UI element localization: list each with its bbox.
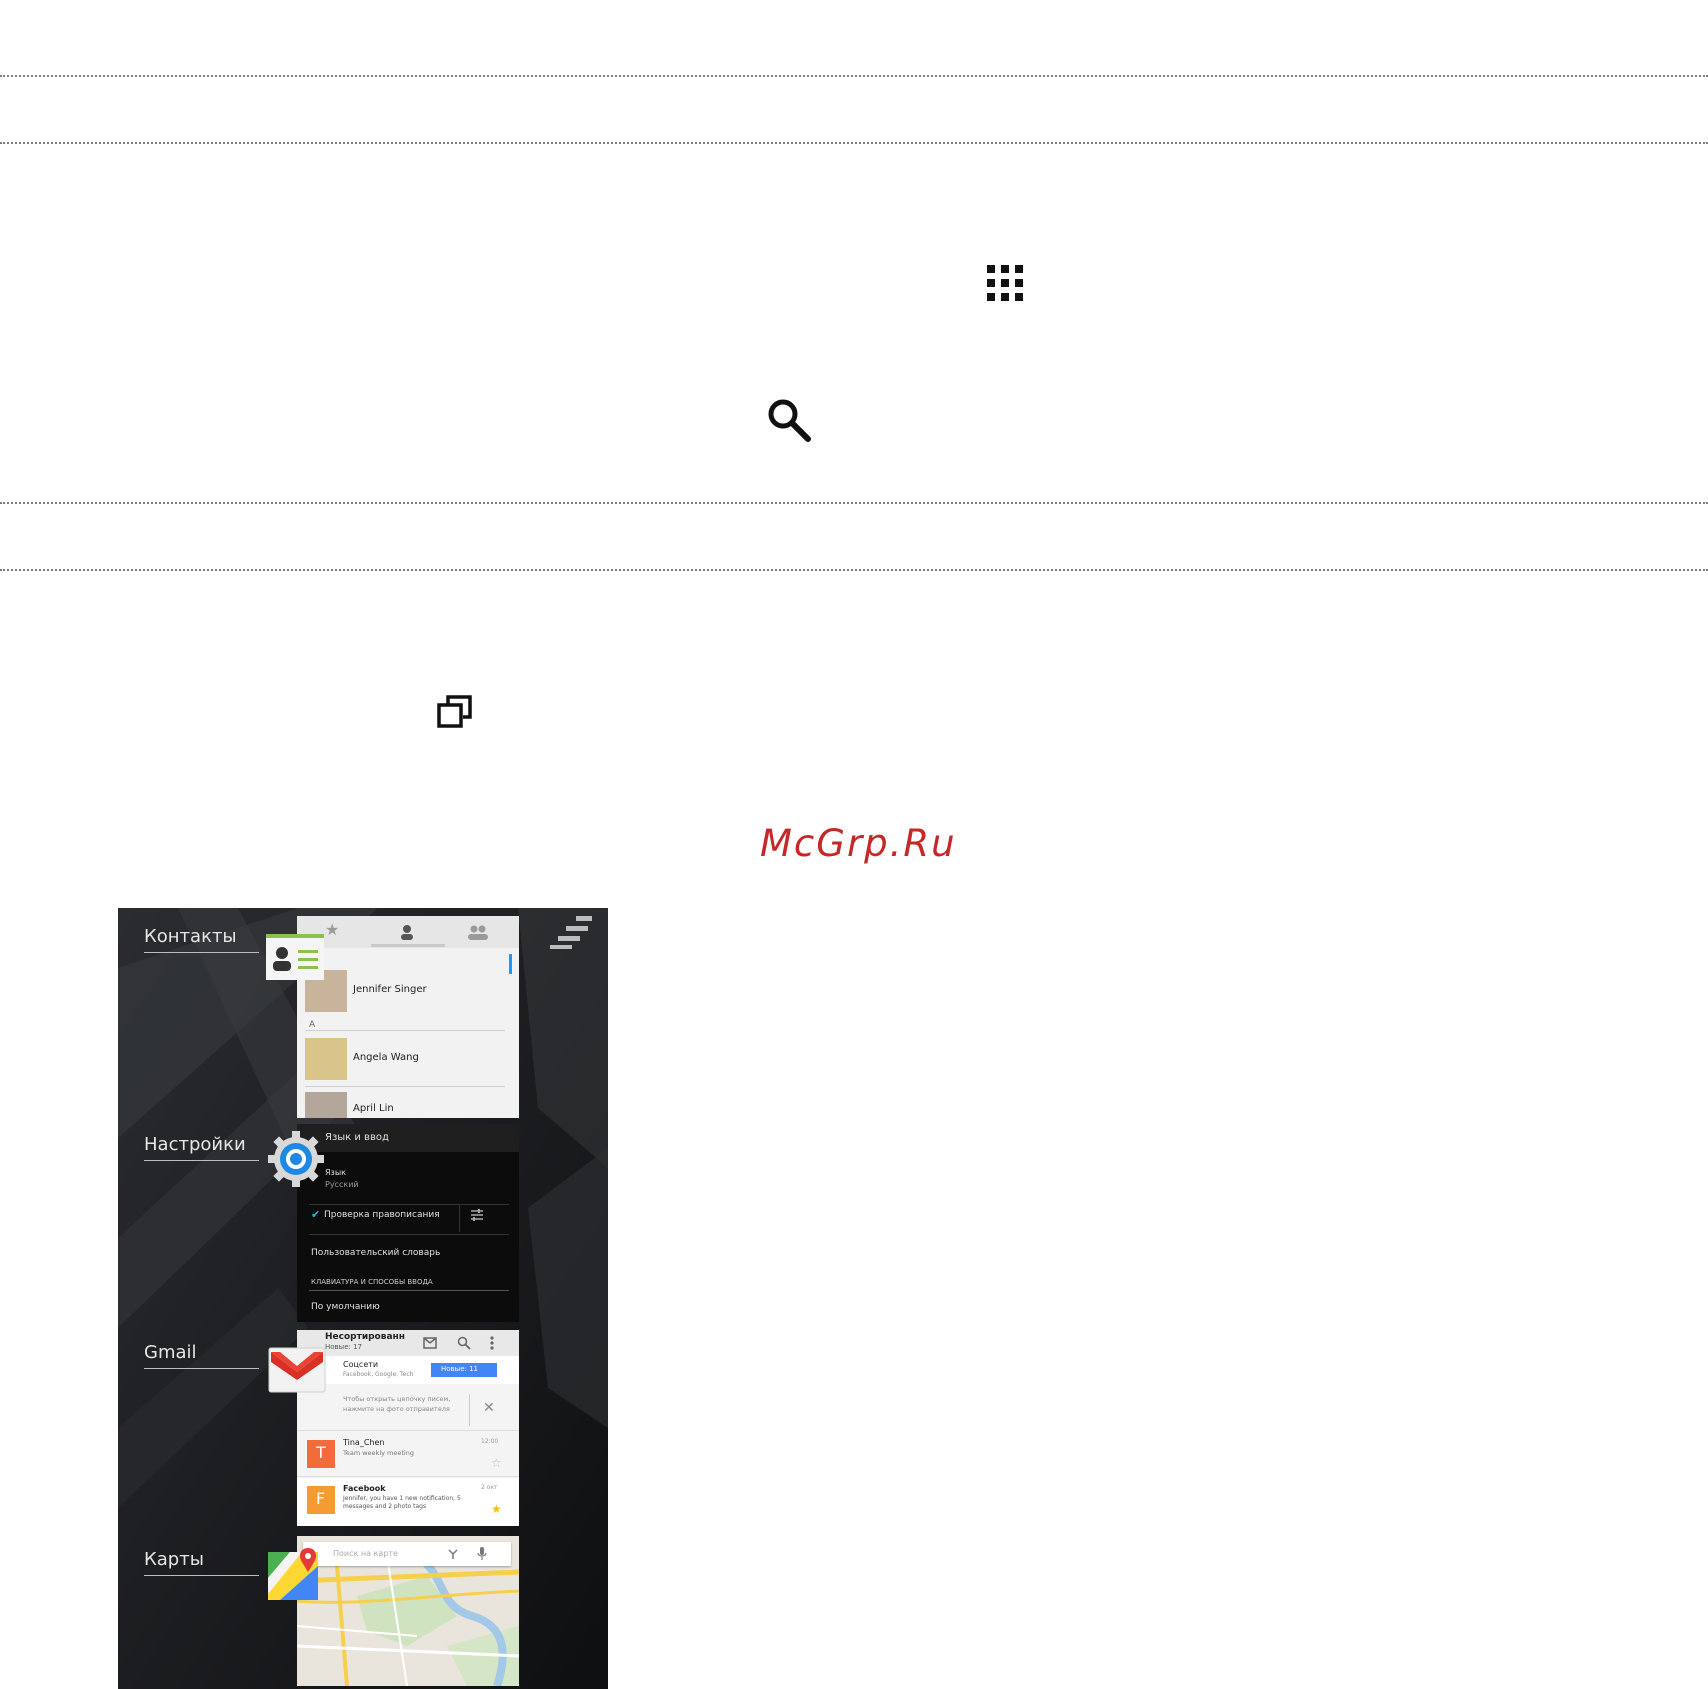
contacts-app-icon xyxy=(266,934,324,980)
social-senders: Facebook, Google, Tech xyxy=(343,1371,414,1378)
checkbox-checked-icon: ✔ xyxy=(311,1208,321,1221)
maps-icon xyxy=(268,1548,318,1600)
language-value: Русский xyxy=(325,1180,359,1189)
compose-icon xyxy=(423,1337,437,1349)
divider xyxy=(0,569,1708,571)
settings-sliders-icon xyxy=(471,1209,483,1221)
mail-time: 12:00 xyxy=(481,1438,499,1445)
recent-apps-icon xyxy=(437,695,472,728)
star-icon[interactable]: ★ xyxy=(491,1502,502,1516)
language-title: Язык xyxy=(325,1168,346,1177)
maps-card[interactable]: Поиск на карте xyxy=(297,1536,519,1686)
sender-initial: T xyxy=(316,1443,326,1462)
mail-subject: Team weekly meeting xyxy=(343,1449,414,1457)
divider xyxy=(0,75,1708,77)
default-keyboard-label: По умолчанию xyxy=(311,1302,380,1312)
divider xyxy=(309,1290,509,1291)
divider xyxy=(469,1394,470,1426)
keyboards-section-header: КЛАВИАТУРА И СПОСОБЫ ВВОДА xyxy=(311,1278,433,1286)
watermark: McGrp.Ru xyxy=(760,822,957,865)
contact-name: Jennifer Singer xyxy=(353,984,427,995)
app-label-settings: Настройки xyxy=(144,1134,246,1155)
contact-name: Angela Wang xyxy=(353,1052,419,1063)
settings-card[interactable]: Язык и ввод Язык Русский ✔ Проверка прав… xyxy=(297,1124,519,1322)
mail-sender: Tina_Chen xyxy=(343,1438,385,1447)
star-icon: ★ xyxy=(325,920,340,939)
divider xyxy=(459,1204,460,1232)
social-label: Соцсети xyxy=(343,1360,379,1369)
label-underline xyxy=(144,1368,259,1369)
avatar xyxy=(305,1038,347,1080)
divider xyxy=(309,1204,509,1205)
app-label-gmail: Gmail xyxy=(144,1342,197,1363)
app-label-contacts: Контакты xyxy=(144,926,237,947)
apps-grid-icon xyxy=(987,265,1023,301)
divider xyxy=(309,1234,509,1235)
divider xyxy=(305,1086,505,1087)
recent-apps-screenshot: Контакты Настройки Gmail Карты ★ Jennife… xyxy=(118,908,608,1689)
person-icon xyxy=(401,925,413,940)
tip-text: Чтобы открыть цепочку писем, нажмите на … xyxy=(343,1395,451,1413)
divider xyxy=(305,1030,505,1031)
user-dictionary-label: Пользовательский словарь xyxy=(311,1248,441,1258)
directions-icon[interactable] xyxy=(447,1548,459,1560)
spell-check-label: Проверка правописания xyxy=(324,1210,440,1220)
map-search-placeholder: Поиск на карте xyxy=(333,1549,398,1558)
search-icon xyxy=(768,399,811,442)
folder-count: Новые: 17 xyxy=(325,1343,362,1351)
gmail-card[interactable]: Несортированн Новые: 17 Соцсети Facebook… xyxy=(297,1330,519,1526)
section-letter: A xyxy=(309,1020,316,1030)
star-icon[interactable]: ☆ xyxy=(491,1456,502,1470)
contacts-tabbar: ★ xyxy=(297,916,519,948)
overflow-menu-icon xyxy=(490,1336,494,1350)
label-underline xyxy=(144,1160,259,1161)
close-icon[interactable]: ✕ xyxy=(483,1400,495,1416)
settings-title: Язык и ввод xyxy=(325,1132,389,1143)
contacts-card[interactable]: ★ Jennifer Singer A Angela Wang April Li… xyxy=(297,916,519,1118)
mail-sender: Facebook xyxy=(343,1484,386,1493)
label-underline xyxy=(144,952,259,953)
app-label-maps: Карты xyxy=(144,1549,204,1570)
recent-apps-button[interactable] xyxy=(550,916,594,950)
search-icon xyxy=(457,1336,471,1350)
avatar xyxy=(305,1092,347,1118)
tab-indicator xyxy=(371,944,445,947)
label-underline xyxy=(144,1575,259,1576)
group-icon xyxy=(468,925,488,940)
contact-name: April Lin xyxy=(353,1103,394,1114)
sender-initial: F xyxy=(316,1489,326,1508)
scroll-indicator xyxy=(509,954,512,974)
folder-name: Несортированн xyxy=(325,1332,405,1342)
new-badge-label: Новые: 11 xyxy=(441,1365,478,1373)
mail-subject: Jennifer, you have 1 new notification, 5… xyxy=(343,1495,461,1510)
divider xyxy=(0,142,1708,144)
divider xyxy=(0,502,1708,504)
microphone-icon[interactable] xyxy=(477,1547,487,1561)
gear-icon xyxy=(268,1131,324,1187)
mail-time: 2 окт xyxy=(481,1484,498,1491)
gmail-icon xyxy=(268,1347,326,1393)
